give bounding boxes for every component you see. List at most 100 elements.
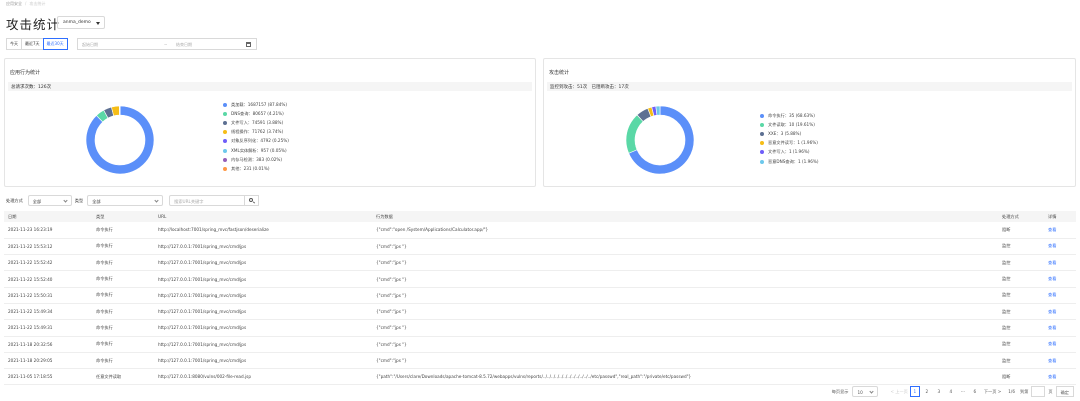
breadcrumb: 应用安全 / 攻击统计 bbox=[6, 1, 45, 7]
page-size-select[interactable]: 10 bbox=[852, 386, 879, 397]
legend-label: 对象反序列化：4792 (0.25%) bbox=[231, 138, 289, 144]
legend-item[interactable]: DNS查询：80657 (4.21%) bbox=[223, 109, 289, 118]
col-type-header: 类型 bbox=[92, 211, 154, 222]
app-behavior-card: 应用行为统计 总请求次数：126次 类加载：1687157 (87.84%) DN… bbox=[4, 58, 536, 187]
legend-item[interactable]: 其他：231 (0.01%) bbox=[223, 164, 289, 173]
caret-down-icon bbox=[96, 22, 100, 25]
breadcrumb-item-app-security[interactable]: 应用安全 bbox=[6, 1, 22, 6]
legend-item[interactable]: 文件写入：74591 (3.88%) bbox=[223, 118, 289, 127]
prev-page-button[interactable]: < 上一页 bbox=[890, 386, 907, 397]
start-date-input[interactable]: 起始日期 bbox=[82, 42, 98, 48]
legend-item[interactable]: 文件写入：1 (1.96%) bbox=[760, 148, 819, 157]
legend-label: 类加载：1687157 (87.84%) bbox=[231, 101, 287, 107]
attack-count-stat: 监控到攻击：51次 已阻断攻击：17次 bbox=[547, 82, 1072, 91]
legend-dot-icon bbox=[760, 122, 764, 127]
detail-link[interactable]: 查看 bbox=[1044, 222, 1076, 239]
legend-item[interactable]: 命令执行：35 (68.63%) bbox=[760, 111, 819, 120]
table-row: 2021-11-18 20:32:56 命令执行 http://127.0.0.1:… bbox=[4, 336, 1076, 353]
app-select-value: anma_demo bbox=[63, 20, 91, 25]
table-row: 2021-11-22 15:49:31 命令执行 http://127.0.0.1:… bbox=[4, 319, 1076, 337]
detail-link[interactable]: 查看 bbox=[1044, 303, 1076, 321]
app-select[interactable]: anma_demo bbox=[57, 16, 105, 29]
table-row: 2021-11-22 15:53:12 命令执行 http://127.0.0.1:… bbox=[4, 238, 1076, 256]
cell-type: 命令执行 bbox=[92, 238, 154, 256]
page-title: 攻击统计 bbox=[6, 17, 61, 32]
date-today-button[interactable]: 今天 bbox=[6, 38, 22, 50]
calendar-icon[interactable] bbox=[246, 42, 251, 47]
legend-dot-icon bbox=[223, 157, 227, 162]
legend-item[interactable]: 内存马检测：383 (0.02%) bbox=[223, 155, 289, 164]
cell-date: 2021-11-22 15:53:12 bbox=[4, 238, 92, 256]
legend-item[interactable]: 类加载：1687157 (87.84%) bbox=[223, 100, 289, 109]
detail-link[interactable]: 查看 bbox=[1044, 238, 1076, 256]
page-4-button[interactable]: 4 bbox=[946, 386, 956, 397]
detail-link[interactable]: 查看 bbox=[1044, 336, 1076, 353]
goto-label: 到第 bbox=[1020, 388, 1029, 394]
date-range-picker[interactable]: 起始日期 ~ 结束日期 bbox=[77, 38, 257, 50]
cell-type: 任意文件读取 bbox=[92, 368, 154, 386]
legend-item[interactable]: XML实体解析：957 (0.05%) bbox=[223, 146, 289, 155]
legend-label: 内存马检测：383 (0.02%) bbox=[231, 156, 283, 162]
cell-behavior: {"cmd":"jps "} bbox=[372, 303, 998, 321]
cell-type: 命令执行 bbox=[92, 336, 154, 353]
legend-dot-icon bbox=[223, 139, 227, 144]
legend-label: XXE：3 (5.88%) bbox=[768, 130, 802, 136]
detail-link[interactable]: 查看 bbox=[1044, 368, 1076, 386]
page-1-button[interactable]: 1 bbox=[909, 386, 920, 397]
search-button[interactable] bbox=[245, 195, 260, 206]
cell-type: 命令执行 bbox=[92, 319, 154, 337]
cell-date: 2021-11-22 15:49:34 bbox=[4, 303, 92, 321]
legend-dot-icon bbox=[760, 131, 764, 136]
cell-url: http://127.0.0.1:7001/spring_mvc/cmd/jps bbox=[154, 287, 372, 304]
legend-item[interactable]: XXE：3 (5.88%) bbox=[760, 129, 819, 138]
app-behavior-donut-chart bbox=[85, 105, 155, 175]
legend-item[interactable]: 对象反序列化：4792 (0.25%) bbox=[223, 137, 289, 146]
detail-link[interactable]: 查看 bbox=[1044, 287, 1076, 304]
detail-link[interactable]: 查看 bbox=[1044, 254, 1076, 272]
table-row: 2021-11-22 15:49:34 命令执行 http://127.0.0.1:… bbox=[4, 303, 1076, 321]
page-3-button[interactable]: 3 bbox=[934, 386, 944, 397]
type-filter-select[interactable]: 全部 bbox=[87, 195, 164, 206]
cell-method: 监控 bbox=[998, 238, 1044, 256]
legend-label: 命令执行：35 (68.63%) bbox=[768, 112, 815, 118]
legend-dot-icon bbox=[223, 120, 227, 125]
col-url-header: URL bbox=[154, 211, 372, 222]
page-ellipsis[interactable]: ··· bbox=[958, 386, 968, 397]
legend-label: 文件读取：10 (19.61%) bbox=[768, 121, 815, 127]
legend-label: 线程操作：71762 (3.74%) bbox=[231, 129, 284, 135]
date-last-30-days-button[interactable]: 最近30天 bbox=[42, 38, 68, 50]
goto-page-input[interactable] bbox=[1031, 386, 1046, 397]
chevron-down-icon bbox=[869, 389, 875, 394]
donut-slice[interactable] bbox=[85, 105, 155, 175]
page-6-button[interactable]: 6 bbox=[970, 386, 980, 397]
detail-link[interactable]: 查看 bbox=[1044, 352, 1076, 370]
detail-link[interactable]: 查看 bbox=[1044, 319, 1076, 337]
cell-behavior: {"cmd":"jps "} bbox=[372, 352, 998, 370]
legend-dot-icon bbox=[760, 141, 764, 146]
legend-item[interactable]: 线程操作：71762 (3.74%) bbox=[223, 128, 289, 137]
method-filter-select[interactable]: 全部 bbox=[27, 195, 72, 206]
blocked-attacks: 已阻断攻击：17次 bbox=[591, 85, 629, 90]
legend-dot-icon bbox=[760, 150, 764, 155]
legend-item[interactable]: 文件读取：10 (19.61%) bbox=[760, 120, 819, 129]
detail-link[interactable]: 查看 bbox=[1044, 270, 1076, 288]
legend-item[interactable]: 恶意DNS查询：1 (1.96%) bbox=[760, 157, 819, 166]
page-2-button[interactable]: 2 bbox=[922, 386, 932, 397]
next-page-button[interactable]: 下一页 > bbox=[984, 386, 1001, 397]
end-date-input[interactable]: 结束日期 bbox=[176, 42, 192, 48]
attack-stats-title: 攻击统计 bbox=[549, 70, 570, 76]
donut-slice[interactable] bbox=[625, 114, 644, 154]
date-quick-buttons: 今天 最近7天 最近30天 bbox=[6, 38, 68, 50]
legend-dot-icon bbox=[223, 148, 227, 153]
legend-dot-icon bbox=[223, 102, 227, 107]
cell-date: 2021-11-23 16:23:19 bbox=[4, 222, 92, 239]
url-search-input[interactable]: 搜索URL关键字 bbox=[169, 195, 246, 206]
cell-behavior: {"cmd":"jps "} bbox=[372, 336, 998, 353]
legend-item[interactable]: 恶意文件读写：1 (1.96%) bbox=[760, 139, 819, 148]
goto-confirm-button[interactable]: 确定 bbox=[1055, 386, 1074, 397]
range-separator: ~ bbox=[164, 42, 168, 47]
app-behavior-title: 应用行为统计 bbox=[10, 70, 41, 76]
date-last-7-days-button[interactable]: 最近7天 bbox=[21, 38, 44, 50]
cell-url: http://127.0.0.1:7001/spring_mvc/cmd/jps bbox=[154, 319, 372, 337]
page-unit-label: 页 bbox=[1048, 388, 1053, 394]
